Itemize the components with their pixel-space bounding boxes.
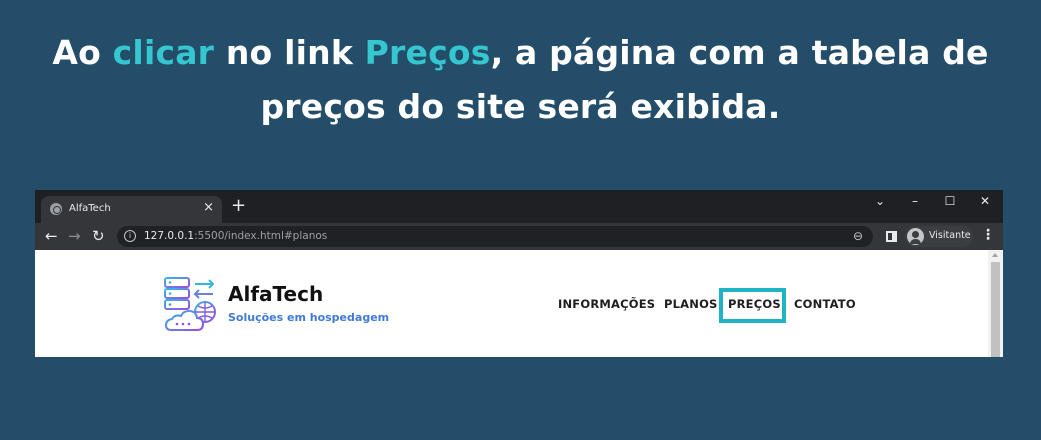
brand-name[interactable]: AlfaTech	[228, 282, 323, 306]
brand-tagline: Soluções em hospedagem	[228, 311, 390, 324]
headline-text: no link	[214, 33, 365, 72]
server-cloud-logo-icon	[164, 277, 216, 331]
avatar-icon	[907, 228, 924, 245]
tab-title: AlfaTech	[69, 203, 111, 214]
globe-icon	[50, 203, 62, 215]
tab-search-icon[interactable]: ⌄	[870, 194, 890, 208]
nav-link-informacoes[interactable]: INFORMAÇÕES	[558, 297, 655, 311]
url-text[interactable]: 127.0.0.1:5500/index.html#planos	[144, 230, 327, 242]
profile-name: Visitante	[929, 230, 971, 241]
browser-window: AlfaTech × + ⌄ – ☐ ✕ ← → ↻ i 127.0.0.1:5…	[35, 190, 1003, 357]
nav-link-planos[interactable]: PLANOS	[664, 297, 718, 311]
browser-toolbar: ← → ↻ i 127.0.0.1:5500/index.html#planos…	[35, 223, 1003, 250]
vertical-scrollbar[interactable]	[988, 250, 1003, 357]
browser-menu-icon[interactable]: ⋮	[981, 227, 995, 243]
headline-highlight-precos: Preços	[364, 33, 491, 72]
new-tab-button[interactable]: +	[231, 197, 246, 215]
nav-link-contato[interactable]: CONTATO	[794, 297, 856, 311]
headline-line-1: Ao clicar no link Preços, a página com a…	[0, 26, 1041, 80]
headline-text: , a página com a tabela de	[490, 33, 989, 72]
scrollbar-thumb[interactable]	[991, 262, 1000, 357]
highlight-box	[719, 288, 786, 323]
site-info-icon[interactable]: i	[124, 230, 136, 242]
page-viewport: AlfaTech Soluções em hospedagem INFORMAÇ…	[35, 250, 1003, 357]
zoom-icon[interactable]: ⊖	[853, 229, 863, 243]
back-button[interactable]: ←	[45, 227, 58, 245]
address-bar[interactable]: i 127.0.0.1:5500/index.html#planos ⊖	[117, 226, 873, 247]
side-panel-icon[interactable]	[886, 231, 897, 242]
tab-close-icon[interactable]: ×	[203, 200, 214, 215]
headline-text: Ao	[52, 33, 113, 72]
scroll-up-arrow-icon[interactable]	[992, 253, 998, 257]
forward-button[interactable]: →	[68, 227, 81, 245]
headline-highlight-click: clicar	[112, 33, 215, 72]
profile-button[interactable]: Visitante	[905, 226, 973, 247]
close-window-button[interactable]: ✕	[975, 194, 995, 208]
headline-line-2: preços do site será exibida.	[260, 87, 781, 126]
reload-button[interactable]: ↻	[92, 227, 105, 245]
browser-tab[interactable]: AlfaTech ×	[41, 196, 222, 223]
tab-strip: AlfaTech × + ⌄ – ☐ ✕	[35, 190, 1003, 223]
minimize-button[interactable]: –	[905, 194, 925, 208]
instruction-headline: Ao clicar no link Preços, a página com a…	[0, 26, 1041, 134]
url-host: 127.0.0.1	[144, 230, 195, 242]
url-path: :5500/index.html#planos	[194, 230, 328, 242]
maximize-button[interactable]: ☐	[940, 194, 960, 208]
